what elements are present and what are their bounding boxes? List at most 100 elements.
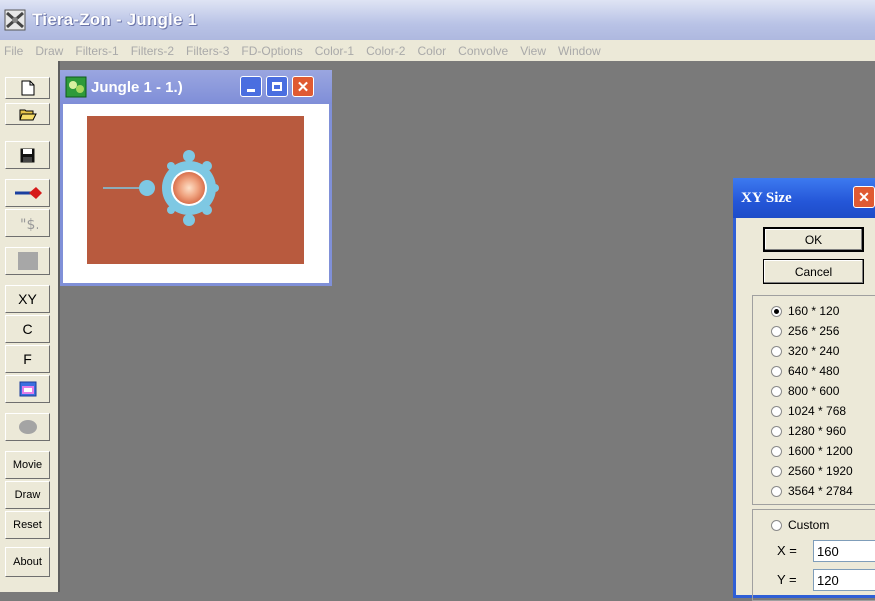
ok-label: OK (804, 232, 823, 247)
size-option-label: 1600 * 1200 (788, 444, 853, 458)
new-file-button[interactable] (5, 77, 50, 99)
xy-size-button[interactable]: XY (5, 285, 50, 313)
about-button[interactable]: About (5, 547, 50, 577)
x-label: X = (777, 543, 797, 558)
radio-button[interactable] (771, 345, 782, 357)
radio-button[interactable] (771, 445, 782, 457)
radio-button[interactable] (771, 485, 782, 497)
menu-draw[interactable]: Draw (35, 44, 63, 58)
size-option-label: 1280 * 960 (788, 424, 847, 438)
dialog-title: XY Size (741, 189, 792, 206)
xy-label: XY (18, 291, 37, 307)
menu-file[interactable]: File (4, 44, 23, 58)
radio-button[interactable] (771, 325, 782, 337)
size-option-label: 256 * 256 (788, 324, 840, 338)
size-option[interactable]: 1600 * 1200 (771, 444, 853, 458)
dialog-title-bar[interactable]: XY Size ✕ (733, 178, 875, 218)
draw-label: Draw (14, 489, 41, 501)
cancel-button[interactable]: Cancel (763, 259, 864, 284)
size-option[interactable]: 1280 * 960 (771, 424, 846, 438)
size-option-label: 640 * 480 (788, 364, 840, 378)
app-title-bar[interactable]: Tiera-Zon - Jungle 1 (0, 0, 875, 40)
open-file-button[interactable] (5, 103, 50, 125)
disabled-block-button[interactable] (5, 247, 50, 275)
gray-blob-icon (18, 420, 37, 434)
f-label: F (23, 351, 32, 367)
size-option[interactable]: 800 * 600 (771, 384, 839, 398)
menu-color-2[interactable]: Color-2 (366, 44, 405, 58)
c-button[interactable]: C (5, 315, 50, 343)
disabled-tool-button[interactable]: "$. (5, 209, 50, 237)
close-button[interactable]: ✕ (292, 76, 314, 97)
menu-color-1[interactable]: Color-1 (315, 44, 354, 58)
disabled-tool-icon: "$. (20, 217, 38, 231)
size-option-label: 1024 * 768 (788, 404, 847, 418)
movie-label: Movie (12, 459, 43, 471)
disabled-round-button[interactable] (5, 413, 50, 441)
radio-button[interactable] (771, 465, 782, 477)
x-size-input[interactable]: 160 (813, 540, 875, 562)
color-pointer-button[interactable] (5, 179, 50, 207)
menu-bar: File Draw Filters-1 Filters-2 Filters-3 … (0, 40, 875, 61)
size-option[interactable]: 256 * 256 (771, 324, 839, 338)
menu-view[interactable]: View (520, 44, 546, 58)
size-option[interactable]: 640 * 480 (771, 364, 839, 378)
ok-button[interactable]: OK (763, 227, 864, 252)
menu-color[interactable]: Color (417, 44, 446, 58)
app-icon (4, 9, 26, 31)
size-option-label: 320 * 240 (788, 344, 840, 358)
custom-size-group: Custom X = 160 Y = 120 (752, 509, 875, 601)
cancel-label: Cancel (794, 264, 833, 279)
radio-button[interactable] (771, 405, 782, 417)
menu-convolve[interactable]: Convolve (458, 44, 508, 58)
palette-window-button[interactable] (5, 375, 50, 403)
child-window-icon (65, 76, 87, 98)
size-option[interactable]: 160 * 120 (771, 304, 839, 318)
reset-button[interactable]: Reset (5, 511, 50, 539)
size-option[interactable]: 320 * 240 (771, 344, 839, 358)
left-toolbar: "$. XY C F Movie Draw Reset About (0, 61, 60, 592)
size-option-label: 3564 * 2784 (788, 484, 853, 498)
x-size-value: 160 (817, 543, 839, 559)
child-window-title-bar[interactable]: Jungle 1 - 1.) ✕ (60, 70, 332, 104)
menu-window[interactable]: Window (558, 44, 601, 58)
radio-button[interactable] (771, 365, 782, 377)
f-button[interactable]: F (5, 345, 50, 373)
custom-label: Custom (788, 518, 830, 532)
size-options-group: 160 * 120 256 * 256 320 * 240 640 * 480 … (752, 295, 875, 505)
close-icon: ✕ (858, 188, 870, 205)
about-label: About (13, 556, 42, 568)
radio-button[interactable] (771, 385, 782, 397)
dialog-close-button[interactable]: ✕ (853, 186, 875, 208)
close-icon: ✕ (296, 78, 310, 96)
save-button[interactable] (5, 141, 50, 169)
child-window: Jungle 1 - 1.) ✕ (60, 70, 332, 286)
menu-fd-options[interactable]: FD-Options (241, 44, 302, 58)
minimize-button[interactable] (240, 76, 262, 97)
menu-filters-1[interactable]: Filters-1 (75, 44, 118, 58)
size-option[interactable]: 3564 * 2784 (771, 484, 853, 498)
radio-button-selected[interactable] (771, 305, 782, 317)
maximize-icon (272, 82, 282, 91)
custom-option[interactable]: Custom (771, 518, 829, 532)
radio-button[interactable] (771, 519, 782, 531)
draw-button[interactable]: Draw (5, 481, 50, 509)
svg-text:"$.: "$. (20, 217, 38, 231)
floppy-disk-icon (20, 148, 35, 162)
menu-filters-2[interactable]: Filters-2 (131, 44, 174, 58)
movie-button[interactable]: Movie (5, 451, 50, 479)
menu-filters-3[interactable]: Filters-3 (186, 44, 229, 58)
y-label: Y = (777, 572, 797, 587)
radio-button[interactable] (771, 425, 782, 437)
c-label: C (22, 321, 33, 337)
reset-label: Reset (13, 519, 42, 531)
app-title: Tiera-Zon - Jungle 1 (32, 10, 198, 29)
y-size-input[interactable]: 120 (813, 569, 875, 591)
size-option[interactable]: 1024 * 768 (771, 404, 846, 418)
size-option-label: 160 * 120 (788, 304, 840, 318)
size-option[interactable]: 2560 * 1920 (771, 464, 853, 478)
minimize-icon (247, 89, 255, 92)
maximize-button[interactable] (266, 76, 288, 97)
fractal-canvas[interactable] (87, 116, 304, 264)
size-option-label: 2560 * 1920 (788, 464, 853, 478)
